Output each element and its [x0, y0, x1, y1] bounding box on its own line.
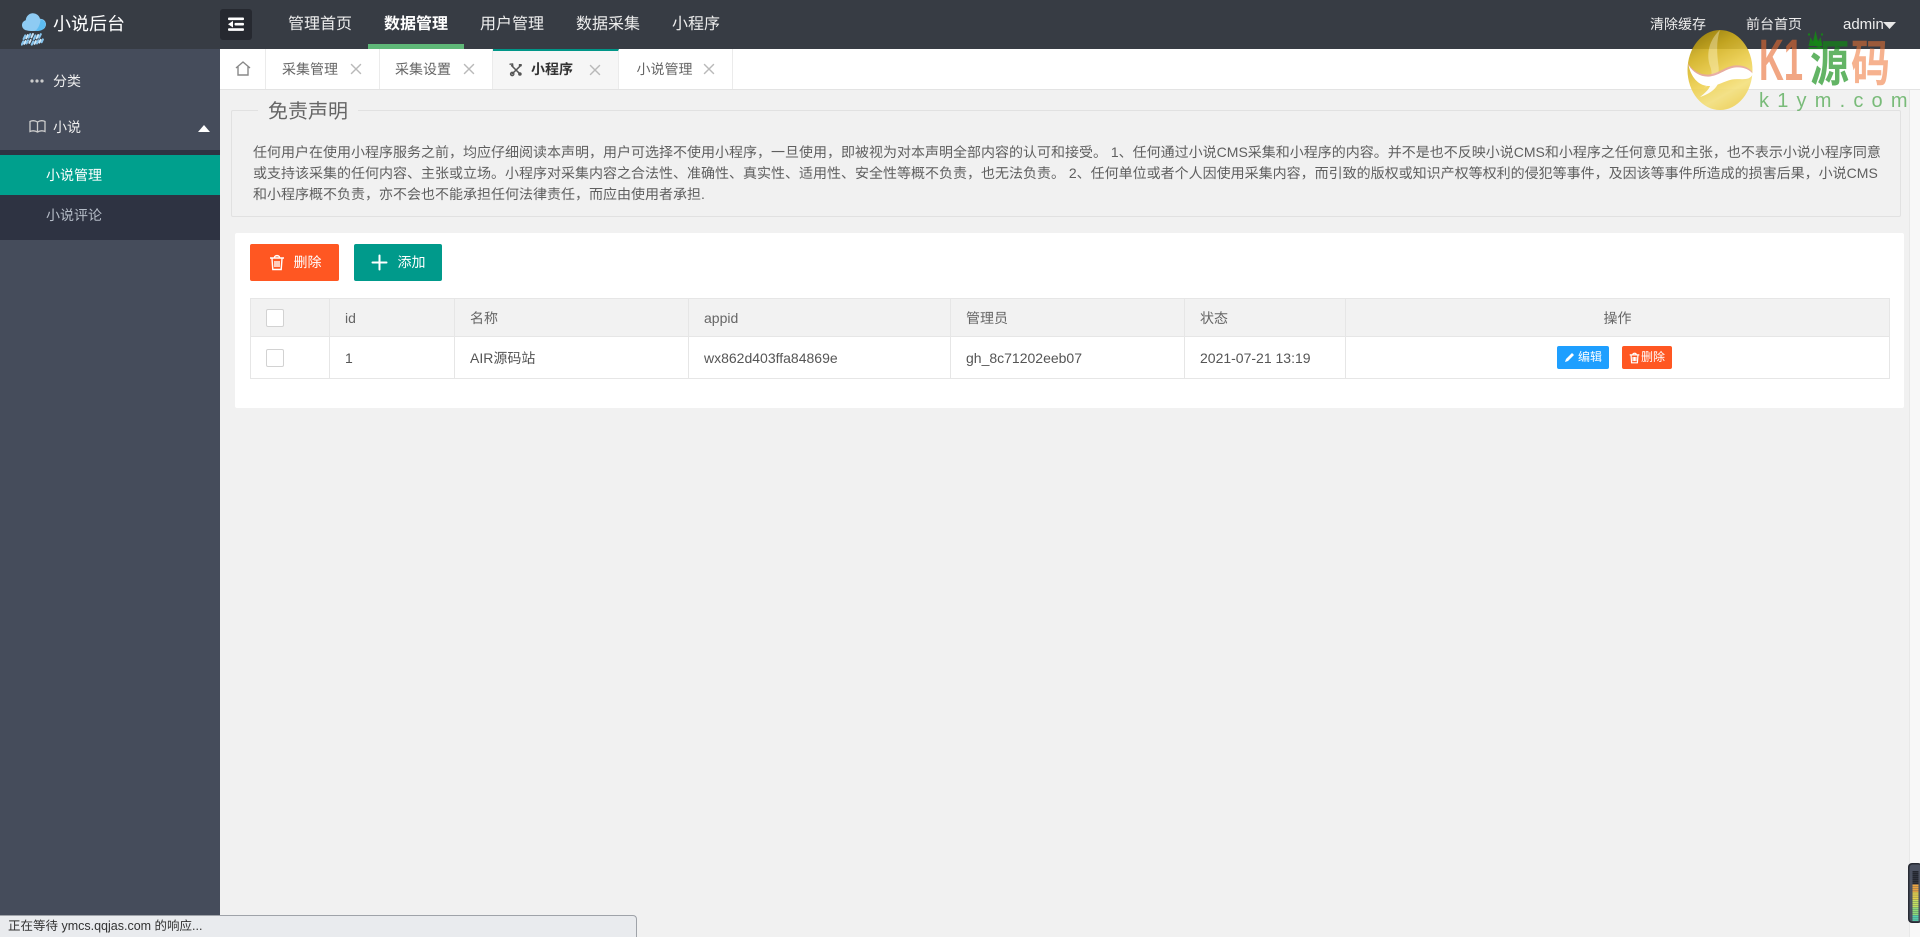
svg-text:K1: K1 [1759, 28, 1803, 93]
svg-text:码: 码 [1851, 28, 1890, 96]
svg-text:k1ym.com: k1ym.com [1759, 90, 1916, 112]
